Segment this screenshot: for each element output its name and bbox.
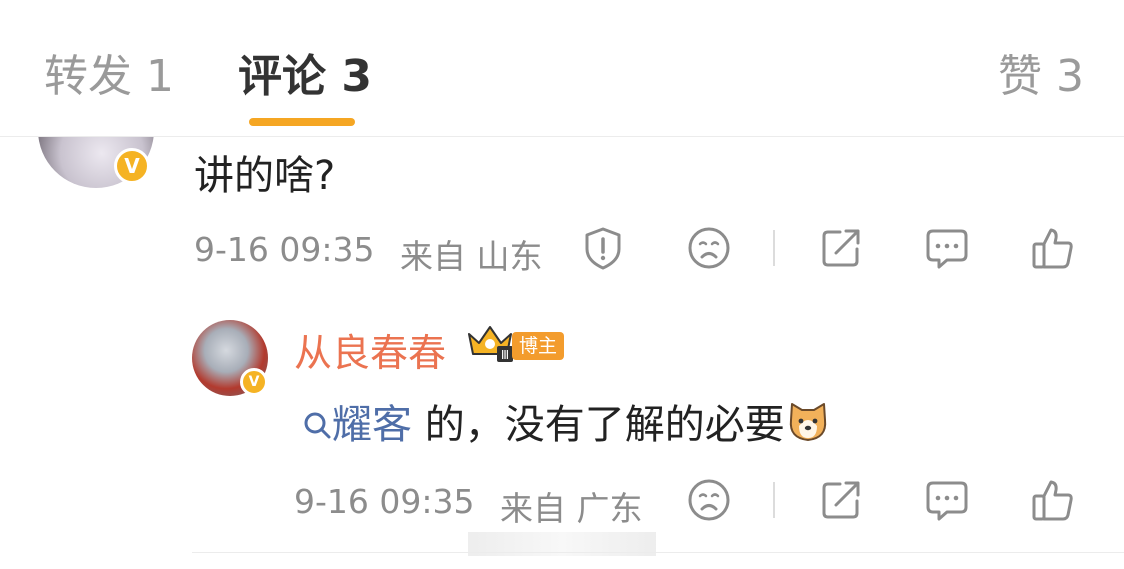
topic-label: 耀客: [332, 402, 412, 448]
dog-emoji-icon: [789, 403, 826, 441]
tab-reposts[interactable]: 转发 1: [44, 40, 174, 104]
reply-time: 9-16 09:35: [294, 482, 475, 521]
crown-level-icon: Ⅲ: [466, 322, 514, 364]
share-icon[interactable]: [818, 225, 864, 271]
active-tab-indicator: [249, 118, 355, 126]
comment-icon[interactable]: [924, 477, 970, 523]
svg-text:Ⅲ: Ⅲ: [501, 348, 509, 362]
search-icon: [304, 412, 331, 439]
action-separator: [773, 482, 775, 518]
tab-likes[interactable]: 赞 3: [998, 40, 1084, 104]
like-icon[interactable]: [1030, 477, 1076, 523]
reply-body: 的，没有了解的必要: [412, 402, 785, 448]
like-icon[interactable]: [1030, 225, 1076, 271]
tab-comments[interactable]: 评论 3: [238, 40, 372, 104]
tab-bar: 转发 1 评论 3 赞 3: [0, 0, 1124, 137]
reply-username[interactable]: 从良春春: [294, 322, 446, 377]
blogger-badge: 博主: [512, 332, 565, 360]
report-icon[interactable]: [580, 225, 626, 271]
dislike-icon[interactable]: [686, 477, 732, 523]
search-topic-link[interactable]: 耀客: [302, 402, 412, 448]
comment-source: 来自 山东: [400, 237, 543, 276]
share-icon[interactable]: [818, 477, 864, 523]
reply-text: 耀客 的，没有了解的必要: [302, 392, 831, 450]
reply-source: 来自 广东: [500, 489, 643, 528]
comment-text: 讲的啥?: [194, 153, 336, 199]
comment-icon[interactable]: [924, 225, 970, 271]
dislike-icon[interactable]: [686, 225, 732, 271]
action-separator: [773, 230, 775, 266]
verified-badge-icon: V: [114, 148, 150, 184]
verified-badge-icon: V: [240, 368, 268, 396]
reply-divider: [192, 552, 1124, 553]
comment-time: 9-16 09:35: [194, 230, 375, 269]
